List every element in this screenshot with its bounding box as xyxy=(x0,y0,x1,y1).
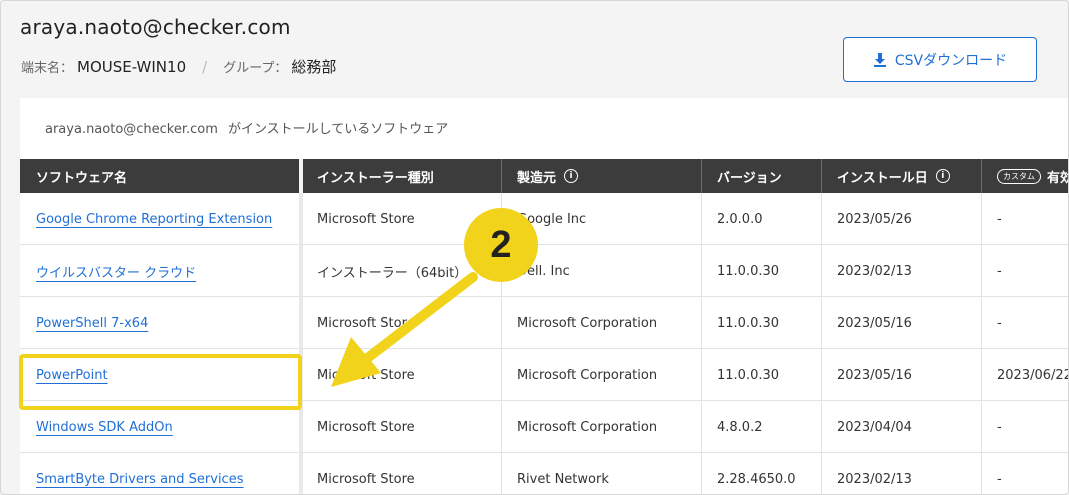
manufacturer-cell: Microsoft Corporation xyxy=(517,367,658,383)
custom-cell: - xyxy=(997,211,1002,227)
manufacturer-cell: Rivet Network xyxy=(517,471,609,487)
group-value: 総務部 xyxy=(291,58,337,76)
column-label: ソフトウェア名 xyxy=(36,170,128,186)
version-cell: 11.0.0.30 xyxy=(717,263,780,279)
table-row: SmartByte Drivers and Services Microsoft … xyxy=(20,453,1068,494)
download-icon xyxy=(873,52,886,67)
table-header: ソフトウェア名 インストーラー種別 製造元 i バージョン インストール日 i xyxy=(20,159,1068,193)
version-cell: 4.8.0.2 xyxy=(717,419,763,435)
column-header-custom[interactable]: カスタム 有効 xyxy=(981,159,1068,193)
version-cell: 11.0.0.30 xyxy=(717,367,780,383)
version-cell: 11.0.0.30 xyxy=(717,315,780,331)
software-name-link[interactable]: SmartByte Drivers and Services xyxy=(20,453,299,494)
custom-cell: - xyxy=(997,419,1002,435)
meta-separator: / xyxy=(202,57,208,76)
column-header-version[interactable]: バージョン xyxy=(701,159,821,193)
column-label: インストーラー種別 xyxy=(317,170,434,186)
csv-download-button[interactable]: CSVダウンロード xyxy=(843,37,1037,82)
group-label: グループ： xyxy=(223,61,288,76)
software-name-link[interactable]: PowerShell 7-x64 xyxy=(20,297,299,349)
device-name-label: 端末名： xyxy=(21,61,74,76)
column-header-manufacturer[interactable]: 製造元 i xyxy=(501,159,701,193)
custom-cell: 2023/06/22 xyxy=(997,367,1069,383)
custom-cell: - xyxy=(997,263,1002,279)
device-meta: 端末名： MOUSE-WIN10 / グループ： 総務部 xyxy=(21,56,336,77)
installer-type-cell: Microsoft Store xyxy=(317,471,415,487)
manufacturer-cell: Microsoft Corporation xyxy=(517,419,658,435)
column-label: 製造元 xyxy=(517,170,557,186)
column-label: バージョン xyxy=(717,170,782,186)
table-row: Google Chrome Reporting Extension Microso… xyxy=(20,193,1068,245)
software-name-link[interactable]: Google Chrome Reporting Extension xyxy=(20,193,299,245)
table-row: ウイルスバスター クラウド インストーラー（64bit） Dell. Inc 11.0… xyxy=(20,245,1068,297)
install-date-cell: 2023/05/16 xyxy=(837,315,912,331)
custom-cell: - xyxy=(997,471,1002,487)
version-cell: 2.0.0.0 xyxy=(717,211,763,227)
column-header-install-date[interactable]: インストール日 i xyxy=(821,159,981,193)
custom-cell: - xyxy=(997,315,1002,331)
install-date-cell: 2023/05/26 xyxy=(837,211,912,227)
custom-badge: カスタム xyxy=(997,168,1041,184)
table-caption: araya.naoto@checker.com がインストールしているソフトウェア xyxy=(45,118,448,137)
column-label: 有効 xyxy=(1047,170,1068,186)
table-row: PowerShell 7-x64 Microsoft Store Microsoft… xyxy=(20,297,1068,349)
software-card: araya.naoto@checker.com がインストールしているソフトウェア… xyxy=(20,98,1069,494)
device-name-value: MOUSE-WIN10 xyxy=(77,57,187,76)
column-header-installer-type[interactable]: インストーラー種別 xyxy=(301,159,501,193)
software-name-link[interactable]: ウイルスバスター クラウド xyxy=(20,245,299,297)
highlight-box xyxy=(19,354,302,410)
step-number-badge: 2 xyxy=(464,208,538,282)
install-date-cell: 2023/04/04 xyxy=(837,419,912,435)
install-date-cell: 2023/02/13 xyxy=(837,471,912,487)
page-frame: araya.naoto@checker.com 端末名： MOUSE-WIN10… xyxy=(0,0,1069,495)
installer-type-cell: Microsoft Store xyxy=(317,419,415,435)
info-icon[interactable]: i xyxy=(564,169,579,183)
installer-type-cell: Microsoft Store xyxy=(317,315,415,331)
info-icon[interactable]: i xyxy=(935,169,950,183)
caption-suffix: がインストールしているソフトウェア xyxy=(227,122,449,137)
user-email: araya.naoto@checker.com xyxy=(20,15,291,39)
caption-email: araya.naoto@checker.com xyxy=(45,122,218,137)
manufacturer-cell: Microsoft Corporation xyxy=(517,315,658,331)
version-cell: 2.28.4650.0 xyxy=(717,471,796,487)
installer-type-cell: Microsoft Store xyxy=(317,367,415,383)
column-header-software-name[interactable]: ソフトウェア名 xyxy=(20,159,299,193)
install-date-cell: 2023/05/16 xyxy=(837,367,912,383)
install-date-cell: 2023/02/13 xyxy=(837,263,912,279)
column-label: インストール日 xyxy=(837,170,928,186)
csv-download-label: CSVダウンロード xyxy=(894,52,1008,69)
